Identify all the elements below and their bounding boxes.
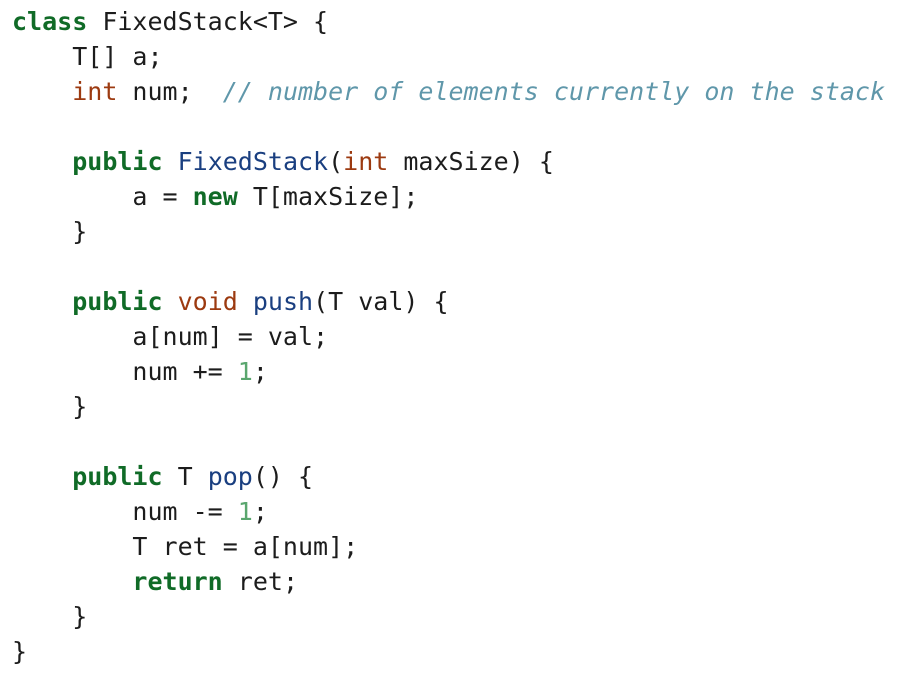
code-text: num; bbox=[117, 77, 223, 106]
code-comment: // number of elements currently on the s… bbox=[222, 77, 885, 106]
code-type: int bbox=[343, 147, 389, 176]
code-text: } bbox=[12, 602, 88, 631]
code-line: return ret; bbox=[12, 564, 885, 599]
code-text: num -= bbox=[12, 497, 238, 526]
code-line: } bbox=[12, 214, 885, 249]
code-line: public FixedStack(int maxSize) { bbox=[12, 144, 885, 179]
code-number-literal: 1 bbox=[237, 497, 253, 526]
code-text: (T val) { bbox=[313, 287, 449, 316]
code-line: a[num] = val; bbox=[12, 319, 885, 354]
code-line: public void push(T val) { bbox=[12, 284, 885, 319]
code-line: class FixedStack<T> { bbox=[12, 4, 885, 39]
code-keyword: return bbox=[132, 567, 223, 596]
code-text: } bbox=[12, 637, 28, 666]
code-text: a[num] = val; bbox=[12, 322, 329, 351]
code-line: } bbox=[12, 599, 885, 634]
code-line: num += 1; bbox=[12, 354, 885, 389]
code-text: ; bbox=[252, 497, 268, 526]
code-text: ; bbox=[252, 357, 268, 386]
code-text: () { bbox=[252, 462, 314, 491]
code-text: T ret = a[num]; bbox=[12, 532, 359, 561]
code-keyword: public bbox=[72, 287, 163, 316]
code-keyword: new bbox=[192, 182, 238, 211]
code-line: public T pop() { bbox=[12, 459, 885, 494]
code-line: } bbox=[12, 634, 885, 669]
code-text: maxSize) { bbox=[388, 147, 554, 176]
code-text: T[] a; bbox=[12, 42, 163, 71]
code-text: T bbox=[162, 462, 208, 491]
code-text: FixedStack<T> { bbox=[87, 7, 329, 36]
code-listing: class FixedStack<T> { T[] a; int num; //… bbox=[12, 4, 885, 669]
code-keyword: class bbox=[12, 7, 88, 36]
code-line: T ret = a[num]; bbox=[12, 529, 885, 564]
code-type: void bbox=[177, 287, 238, 316]
code-text: } bbox=[12, 217, 88, 246]
code-text: a = bbox=[12, 182, 193, 211]
code-text: ( bbox=[328, 147, 344, 176]
code-keyword: public bbox=[72, 147, 163, 176]
code-keyword: public bbox=[72, 462, 163, 491]
code-text: } bbox=[12, 392, 88, 421]
code-number-literal: 1 bbox=[237, 357, 253, 386]
code-identifier: pop bbox=[207, 462, 253, 491]
code-line: T[] a; bbox=[12, 39, 885, 74]
code-text: T[maxSize]; bbox=[237, 182, 419, 211]
code-line: } bbox=[12, 389, 885, 424]
code-text: num += bbox=[12, 357, 238, 386]
code-line: int num; // number of elements currently… bbox=[12, 74, 885, 109]
code-line: a = new T[maxSize]; bbox=[12, 179, 885, 214]
code-identifier: FixedStack bbox=[177, 147, 329, 176]
code-identifier: push bbox=[252, 287, 314, 316]
code-line: num -= 1; bbox=[12, 494, 885, 529]
code-type: int bbox=[72, 77, 118, 106]
code-text: ret; bbox=[222, 567, 298, 596]
